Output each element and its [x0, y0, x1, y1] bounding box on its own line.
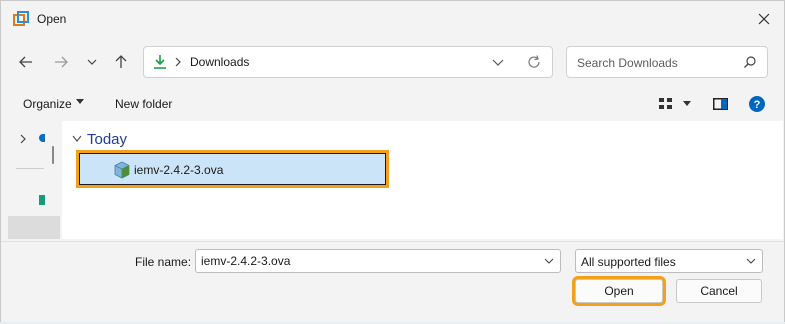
back-button[interactable] — [15, 51, 37, 73]
search-input[interactable] — [575, 53, 739, 73]
caret-down-icon[interactable] — [76, 99, 84, 105]
file-name-input[interactable] — [201, 253, 531, 269]
chevron-down-icon[interactable] — [544, 258, 554, 264]
search-box[interactable] — [566, 46, 768, 78]
chevron-right-icon — [175, 57, 181, 67]
download-icon — [154, 55, 166, 69]
close-button[interactable] — [752, 7, 776, 31]
organize-button[interactable]: Organize — [23, 97, 72, 111]
recent-dropdown-icon — [87, 59, 97, 65]
address-bar[interactable]: Downloads — [143, 46, 553, 78]
file-type-value: All supported files — [581, 255, 676, 269]
group-label: Today — [87, 130, 128, 148]
back-arrow-icon — [19, 56, 32, 68]
open-dialog: Open Downloads Search Downloads Organize… — [0, 0, 785, 322]
search-icon — [744, 56, 756, 68]
svg-text:?: ? — [754, 99, 761, 111]
nav-scrollbar[interactable] — [52, 146, 54, 164]
address-dropdown-icon[interactable] — [490, 54, 506, 70]
dialog-footer: File name: All supported files Open Canc… — [1, 241, 784, 322]
refresh-icon[interactable] — [526, 54, 542, 70]
title-bar: Open — [1, 1, 784, 37]
navigation-bar: Downloads — [1, 43, 784, 81]
command-bar: Organize New folder ? — [1, 89, 784, 119]
help-icon[interactable]: ? — [749, 96, 765, 112]
forward-button[interactable] — [50, 51, 72, 73]
close-icon — [758, 13, 770, 25]
window-title: Open — [37, 12, 67, 26]
preview-pane-icon[interactable] — [713, 98, 728, 110]
ova-file-icon — [114, 161, 130, 179]
file-name: iemv-2.4.2-3.ova — [134, 163, 224, 177]
file-type-select[interactable]: All supported files — [575, 249, 763, 273]
group-header-today[interactable]: Today — [72, 130, 127, 148]
open-button[interactable]: Open — [575, 279, 663, 303]
folder-icon — [39, 195, 45, 205]
nav-selected-item[interactable] — [8, 216, 60, 239]
cancel-button[interactable]: Cancel — [676, 279, 762, 303]
chevron-down-icon — [746, 258, 756, 264]
file-item[interactable]: iemv-2.4.2-3.ova — [79, 153, 386, 185]
forward-arrow-icon — [55, 56, 68, 68]
file-list[interactable]: Today iemv-2.4.2-3.ova — [62, 121, 783, 239]
file-name-combobox[interactable] — [195, 249, 561, 273]
cloud-icon — [39, 134, 45, 142]
new-folder-button[interactable]: New folder — [115, 97, 172, 111]
expand-chevron-icon[interactable] — [19, 134, 27, 144]
navigation-pane[interactable] — [8, 121, 60, 239]
chevron-down-icon — [72, 135, 82, 142]
view-grid-icon[interactable] — [659, 98, 673, 110]
divider — [16, 168, 44, 169]
up-arrow-icon — [115, 55, 127, 68]
address-text: Downloads — [190, 55, 250, 69]
app-icon — [13, 11, 29, 26]
up-button[interactable] — [110, 51, 132, 73]
recent-locations-button[interactable] — [81, 51, 103, 73]
view-caret-down-icon[interactable] — [683, 101, 691, 107]
file-name-label: File name: — [135, 255, 192, 269]
